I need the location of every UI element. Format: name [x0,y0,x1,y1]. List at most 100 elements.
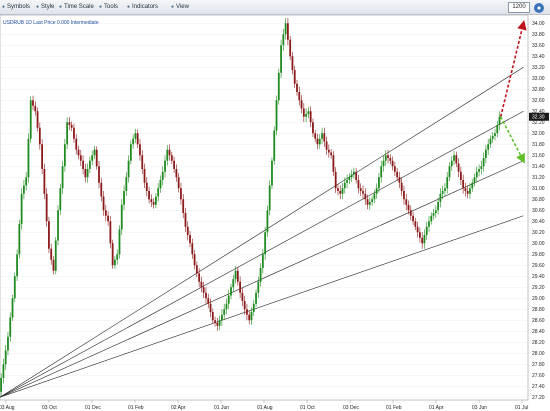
candle-body [466,191,469,194]
menu-tools[interactable]: ● Tools [99,2,118,12]
candle-body [230,287,232,296]
bars-count-field[interactable]: 1200 [508,2,530,13]
candle-body [127,160,130,178]
candle-body [459,171,462,180]
candle-body [207,298,210,304]
x-tick-label: 01 Feb [128,405,144,411]
candle-body [11,298,14,318]
candle-body [246,309,248,315]
candle-body [469,188,471,194]
candle-body [177,177,180,189]
candle-body [389,158,392,161]
candle-body [79,155,82,161]
tools-icon: ● [99,4,103,10]
candle-body [152,202,155,205]
candle-body [302,108,305,117]
candle-body [118,229,121,255]
candle-body [175,169,178,178]
candle-body [318,138,321,145]
candle-body [77,149,80,156]
candle-body [82,160,84,169]
candle-body [193,254,196,266]
candle-body [41,144,44,169]
candle-body [421,237,424,244]
y-tick-label: 34.00 [532,21,545,27]
candle-body [380,166,383,178]
candle-body [4,350,7,365]
y-tick-label: 30.80 [532,197,545,203]
candle-body [98,166,100,183]
y-tick-label: 27.20 [532,395,545,401]
candle-body [109,221,112,244]
candle-body [29,100,32,139]
candle-body [305,114,308,117]
candle-body [446,177,449,189]
candle-body [366,199,369,205]
menu-symbols[interactable]: ● Symbols [2,2,30,12]
clock-icon: ● [59,4,63,10]
candle-body [68,122,71,125]
candle-body [496,125,499,134]
candle-body [337,188,339,191]
candle-body [396,171,399,178]
candle-body [286,23,289,40]
y-tick-label: 31.20 [532,175,545,181]
candle-body [225,303,228,310]
candle-body [75,138,78,150]
y-tick-label: 30.60 [532,208,545,214]
candle-body [350,174,353,178]
candle-body [327,149,330,153]
y-tick-label: 33.80 [532,32,545,38]
candle-body [157,188,160,197]
candle-body [52,259,55,271]
menu-view[interactable]: ● View [171,2,189,12]
candle-body [218,320,221,326]
candle-body [280,45,282,73]
candle-body [107,215,110,222]
candle-body [84,169,87,178]
candle-body [111,243,114,266]
candle-body [114,259,116,266]
candle-body [257,281,260,293]
candle-body [36,111,39,128]
candle-body [148,191,150,200]
candle-body [45,193,48,222]
settings-icon[interactable] [534,2,544,13]
view-icon: ● [171,4,175,10]
y-tick-label: 32.20 [532,120,545,126]
candle-body [198,273,201,282]
candle-body [368,202,371,205]
y-tick-label: 28.80 [532,307,545,313]
candle-body [170,155,173,161]
candle-body [439,193,442,202]
candle-body [7,336,9,351]
candle-body [478,169,480,172]
candle-body [307,111,310,114]
candle-body [63,144,66,167]
candle-body [234,270,237,279]
chart-area[interactable]: 34.00 33.80 33.60 33.40 33.20 33.00 32.80 32.60… [0,15,550,411]
candle-body [50,248,53,260]
menu-indicators[interactable]: ● Indicators [127,2,158,12]
chart-toolbar: ● Symbols ● Style ● Time Scale ● Tools ● Indi… [0,0,550,15]
candle-body [136,133,139,145]
candle-body [195,265,198,274]
menu-style[interactable]: ● Style [36,2,54,12]
candle-body [277,72,280,101]
candle-body [25,177,28,186]
candle-body [273,130,276,161]
menu-time-scale[interactable]: ● Time Scale [59,2,94,12]
candle-body [441,191,444,194]
x-tick-label: 01 Jun [214,405,229,411]
candle-body [189,235,191,244]
candle-body [464,188,467,191]
price-chart[interactable]: 34.00 33.80 33.60 33.40 33.20 33.00 32.80 32.60… [0,15,550,411]
x-tick-label: 01 Oct [300,405,315,411]
candle-body [104,210,107,216]
indicators-icon: ● [127,4,131,10]
candle-body [182,199,185,213]
candle-body [489,138,492,145]
candle-body [91,155,94,161]
candle-body [202,287,205,293]
candle-body [205,292,207,299]
